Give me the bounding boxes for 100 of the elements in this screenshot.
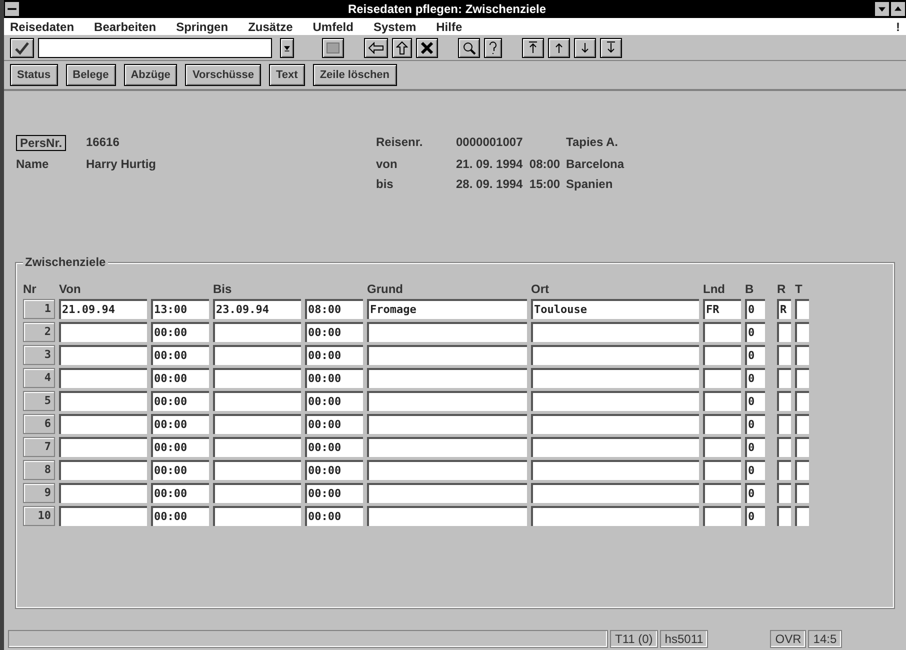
menu-item[interactable]: Bearbeiten (94, 20, 156, 34)
b-field[interactable]: 0 (745, 460, 765, 480)
bis-date-field[interactable] (213, 368, 301, 388)
von-time-field[interactable]: 00:00 (151, 414, 209, 434)
bis-date-field[interactable] (213, 483, 301, 503)
grund-field[interactable] (367, 391, 527, 411)
von-time-field[interactable]: 00:00 (151, 322, 209, 342)
land-field[interactable] (703, 322, 741, 342)
toolbar-button[interactable]: Belege (66, 64, 116, 86)
land-field[interactable] (703, 391, 741, 411)
ort-field[interactable] (531, 368, 699, 388)
t-field[interactable] (795, 506, 809, 526)
dropdown-button[interactable] (280, 38, 294, 58)
von-time-field[interactable]: 00:00 (151, 460, 209, 480)
b-field[interactable]: 0 (745, 345, 765, 365)
grund-field[interactable] (367, 345, 527, 365)
t-field[interactable] (795, 368, 809, 388)
bis-date-field[interactable] (213, 345, 301, 365)
bis-date-field[interactable] (213, 391, 301, 411)
von-time-field[interactable]: 00:00 (151, 345, 209, 365)
von-time-field[interactable]: 00:00 (151, 483, 209, 503)
bis-date-field[interactable] (213, 322, 301, 342)
von-date-field[interactable]: 21.09.94 (59, 299, 147, 319)
bis-time-field[interactable]: 00:00 (305, 322, 363, 342)
bis-date-field[interactable]: 23.09.94 (213, 299, 301, 319)
bis-time-field[interactable]: 00:00 (305, 414, 363, 434)
command-field[interactable] (38, 38, 272, 58)
bis-date-field[interactable] (213, 414, 301, 434)
ort-field[interactable]: Toulouse (531, 299, 699, 319)
von-date-field[interactable] (59, 483, 147, 503)
row-number[interactable]: 2 (23, 322, 55, 342)
von-date-field[interactable] (59, 322, 147, 342)
b-field[interactable]: 0 (745, 414, 765, 434)
b-field[interactable]: 0 (745, 391, 765, 411)
save-button[interactable] (322, 38, 344, 58)
row-number[interactable]: 8 (23, 460, 55, 480)
bis-time-field[interactable]: 00:00 (305, 506, 363, 526)
toolbar-button[interactable]: Vorschüsse (185, 64, 261, 86)
bis-time-field[interactable]: 00:00 (305, 391, 363, 411)
bis-time-field[interactable]: 00:00 (305, 345, 363, 365)
grund-field[interactable] (367, 368, 527, 388)
t-field[interactable] (795, 391, 809, 411)
exit-button[interactable] (392, 38, 412, 58)
von-time-field[interactable]: 00:00 (151, 437, 209, 457)
bis-time-field[interactable]: 00:00 (305, 483, 363, 503)
von-time-field[interactable]: 13:00 (151, 299, 209, 319)
r-field[interactable] (777, 414, 791, 434)
land-field[interactable] (703, 506, 741, 526)
bis-date-field[interactable] (213, 437, 301, 457)
row-number[interactable]: 6 (23, 414, 55, 434)
menu-item[interactable]: Springen (176, 20, 228, 34)
last-page-button[interactable] (600, 38, 622, 58)
von-time-field[interactable]: 00:00 (151, 391, 209, 411)
bis-date-field[interactable] (213, 506, 301, 526)
cancel-button[interactable] (416, 38, 438, 58)
next-page-button[interactable] (574, 38, 596, 58)
menu-item[interactable]: Hilfe (436, 20, 462, 34)
von-date-field[interactable] (59, 345, 147, 365)
von-date-field[interactable] (59, 506, 147, 526)
von-date-field[interactable] (59, 437, 147, 457)
bis-date-field[interactable] (213, 460, 301, 480)
row-number[interactable]: 5 (23, 391, 55, 411)
first-page-button[interactable] (522, 38, 544, 58)
minimize-icon[interactable] (874, 1, 890, 17)
row-number[interactable]: 1 (23, 299, 55, 319)
search-button[interactable] (458, 38, 480, 58)
land-field[interactable] (703, 414, 741, 434)
r-field[interactable]: R (777, 299, 791, 319)
grund-field[interactable]: Fromage (367, 299, 527, 319)
t-field[interactable] (795, 345, 809, 365)
toolbar-button[interactable]: Text (269, 64, 305, 86)
menu-item[interactable]: System (373, 20, 416, 34)
menu-item[interactable]: ! (896, 20, 900, 34)
t-field[interactable] (795, 483, 809, 503)
bis-time-field[interactable]: 00:00 (305, 460, 363, 480)
b-field[interactable]: 0 (745, 299, 765, 319)
von-date-field[interactable] (59, 368, 147, 388)
ort-field[interactable] (531, 437, 699, 457)
row-number[interactable]: 10 (23, 506, 55, 526)
von-date-field[interactable] (59, 460, 147, 480)
ort-field[interactable] (531, 506, 699, 526)
r-field[interactable] (777, 506, 791, 526)
previous-page-button[interactable] (548, 38, 570, 58)
von-date-field[interactable] (59, 391, 147, 411)
r-field[interactable] (777, 322, 791, 342)
b-field[interactable]: 0 (745, 483, 765, 503)
row-number[interactable]: 3 (23, 345, 55, 365)
grund-field[interactable] (367, 437, 527, 457)
r-field[interactable] (777, 437, 791, 457)
back-button[interactable] (364, 38, 388, 58)
t-field[interactable] (795, 414, 809, 434)
help-button[interactable] (484, 38, 502, 58)
b-field[interactable]: 0 (745, 322, 765, 342)
b-field[interactable]: 0 (745, 368, 765, 388)
t-field[interactable] (795, 299, 809, 319)
ort-field[interactable] (531, 345, 699, 365)
b-field[interactable]: 0 (745, 437, 765, 457)
r-field[interactable] (777, 368, 791, 388)
b-field[interactable]: 0 (745, 506, 765, 526)
menu-item[interactable]: Reisedaten (10, 20, 74, 34)
